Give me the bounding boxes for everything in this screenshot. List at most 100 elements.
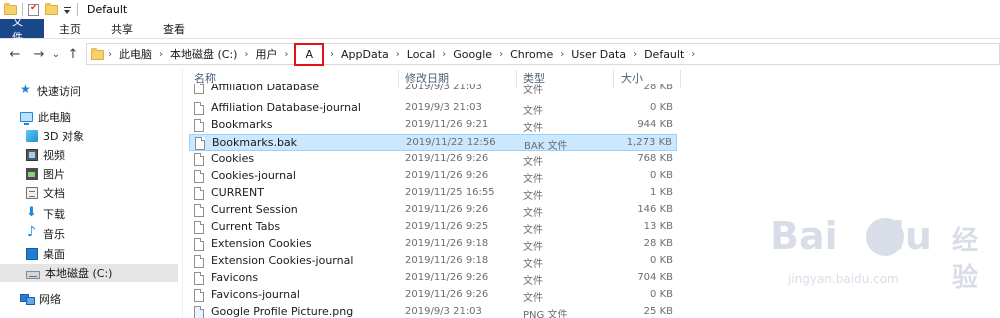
breadcrumb-local[interactable]: Local — [404, 48, 439, 61]
file-row[interactable]: Google Profile Picture.png 2019/9/3 21:0… — [189, 304, 677, 318]
chevron-right-icon[interactable]: › — [240, 49, 252, 60]
file-date: 2019/11/26 9:26 — [405, 289, 489, 300]
breadcrumb-chrome[interactable]: Chrome — [507, 48, 556, 61]
file-size: 1,273 KB — [626, 137, 672, 148]
file-date: 2019/11/26 9:18 — [405, 255, 489, 266]
tab-home[interactable]: 主页 — [44, 19, 96, 38]
file-icon — [194, 170, 204, 183]
file-icon — [194, 272, 204, 285]
ribbon-tabs: 文件 主页 共享 查看 — [0, 15, 1000, 44]
file-size: 146 KB — [637, 204, 673, 215]
chevron-right-icon[interactable]: › — [438, 49, 450, 60]
up-button[interactable]: ↑ — [63, 44, 83, 64]
file-row[interactable]: CURRENT 2019/11/25 16:55 文件 1 KB — [189, 185, 677, 202]
file-size: 944 KB — [637, 119, 673, 130]
download-icon — [26, 205, 38, 220]
customize-toolbar-icon[interactable] — [63, 5, 72, 15]
tab-file[interactable]: 文件 — [0, 15, 44, 44]
chevron-right-icon[interactable]: › — [104, 49, 116, 60]
file-row[interactable]: Current Session 2019/11/26 9:26 文件 146 K… — [189, 202, 677, 219]
file-icon — [194, 289, 204, 302]
column-divider[interactable] — [680, 70, 681, 88]
file-row[interactable]: Favicons-journal 2019/11/26 9:26 文件 0 KB — [189, 287, 677, 304]
file-size: 13 KB — [643, 221, 673, 232]
file-row[interactable]: Extension Cookies 2019/11/26 9:18 文件 28 … — [189, 236, 677, 253]
file-name: Affiliation Database — [211, 84, 320, 93]
image-file-icon — [194, 306, 204, 318]
file-row[interactable]: Cookies-journal 2019/11/26 9:26 文件 0 KB — [189, 168, 677, 185]
sidebar-item-music[interactable]: 音乐 — [26, 224, 65, 243]
breadcrumb-users[interactable]: 用户 — [252, 46, 280, 62]
breadcrumb-google[interactable]: Google — [450, 48, 495, 61]
file-size: 704 KB — [637, 272, 673, 283]
chevron-right-icon[interactable]: › — [280, 49, 292, 60]
chevron-right-icon[interactable]: › — [556, 49, 568, 60]
forward-button[interactable]: → — [29, 44, 49, 64]
new-folder-icon[interactable] — [45, 2, 58, 15]
video-icon — [26, 149, 38, 161]
sidebar-item-desktop[interactable]: 桌面 — [26, 245, 65, 263]
file-icon — [194, 102, 204, 115]
file-row-selected[interactable]: Bookmarks.bak 2019/11/22 12:56 BAK 文件 1,… — [189, 134, 677, 152]
file-size: 25 KB — [643, 306, 673, 317]
sidebar-item-network[interactable]: 网络 — [20, 290, 61, 308]
breadcrumb-appdata[interactable]: AppData — [338, 48, 392, 61]
navigation-bar: ← → ⌄ ↑ › 此电脑 › 本地磁盘 (C:) › 用户 › A › App… — [0, 40, 1000, 68]
recent-locations-button[interactable]: ⌄ — [49, 44, 63, 64]
desktop-icon — [26, 248, 38, 260]
sidebar-item-pictures[interactable]: 图片 — [26, 165, 65, 183]
drive-icon — [26, 270, 40, 279]
tab-share[interactable]: 共享 — [96, 19, 148, 38]
breadcrumb-default[interactable]: Default — [641, 48, 687, 61]
file-row[interactable]: Favicons 2019/11/26 9:26 文件 704 KB — [189, 270, 677, 287]
breadcrumb-user-a-highlighted[interactable]: A — [294, 42, 324, 66]
chevron-right-icon[interactable]: › — [495, 49, 507, 60]
file-date: 2019/9/3 21:03 — [405, 306, 482, 317]
arrow-left-icon: ← — [9, 46, 21, 62]
sidebar-item-label: 3D 对象 — [43, 130, 84, 143]
file-icon — [194, 153, 204, 166]
file-name: Extension Cookies — [211, 237, 312, 250]
chevron-right-icon[interactable]: › — [326, 49, 338, 60]
file-size: 0 KB — [650, 255, 673, 266]
tab-view[interactable]: 查看 — [148, 19, 200, 38]
pictures-icon — [26, 168, 38, 180]
sidebar-item-videos[interactable]: 视频 — [26, 146, 65, 164]
chevron-right-icon[interactable]: › — [392, 49, 404, 60]
file-row[interactable]: Current Tabs 2019/11/26 9:25 文件 13 KB — [189, 219, 677, 236]
file-row[interactable]: Extension Cookies-journal 2019/11/26 9:1… — [189, 253, 677, 270]
file-row[interactable]: Bookmarks 2019/11/26 9:21 文件 944 KB — [189, 117, 677, 134]
sidebar-item-downloads[interactable]: 下载 — [26, 205, 65, 223]
sidebar-item-this-pc[interactable]: 此电脑 — [20, 108, 71, 126]
file-type: 文件 — [523, 208, 543, 219]
file-row[interactable]: Cookies 2019/11/26 9:26 文件 768 KB — [189, 151, 677, 168]
chevron-right-icon[interactable]: › — [629, 49, 641, 60]
sidebar-item-label: 网络 — [39, 293, 61, 306]
breadcrumb-local-disk[interactable]: 本地磁盘 (C:) — [167, 46, 240, 62]
file-size: 0 KB — [650, 289, 673, 300]
sidebar-item-label: 本地磁盘 (C:) — [45, 267, 113, 280]
file-date: 2019/11/22 12:56 — [406, 137, 496, 148]
file-name: Bookmarks — [211, 118, 273, 131]
sidebar-item-label: 下载 — [43, 208, 65, 221]
file-row[interactable]: Affiliation Database 2019/9/3 21:03 文件 2… — [189, 84, 677, 96]
sidebar-item-quick-access[interactable]: 快速访问 — [20, 82, 81, 100]
file-type: PNG 文件 — [523, 310, 568, 318]
breadcrumb-this-pc[interactable]: 此电脑 — [116, 46, 155, 62]
file-size: 768 KB — [637, 153, 673, 164]
watermark-jingyan: 经验 — [952, 226, 979, 293]
file-icon — [194, 84, 204, 94]
sidebar-item-documents[interactable]: 文档 — [26, 184, 65, 202]
breadcrumb-user-data[interactable]: User Data — [568, 48, 629, 61]
sidebar-item-3d-objects[interactable]: 3D 对象 — [26, 127, 84, 145]
sidebar-item-local-disk-c[interactable]: 本地磁盘 (C:) — [0, 264, 178, 282]
chevron-right-icon[interactable]: › — [687, 49, 699, 60]
file-icon — [194, 255, 204, 268]
back-button[interactable]: ← — [5, 44, 25, 64]
address-bar[interactable]: › 此电脑 › 本地磁盘 (C:) › 用户 › A › AppData › L… — [86, 42, 1000, 66]
network-icon — [20, 293, 35, 305]
chevron-right-icon[interactable]: › — [155, 49, 167, 60]
file-type: 文件 — [523, 225, 543, 236]
file-type: 文件 — [523, 106, 543, 117]
file-row[interactable]: Affiliation Database-journal 2019/9/3 21… — [189, 100, 677, 117]
